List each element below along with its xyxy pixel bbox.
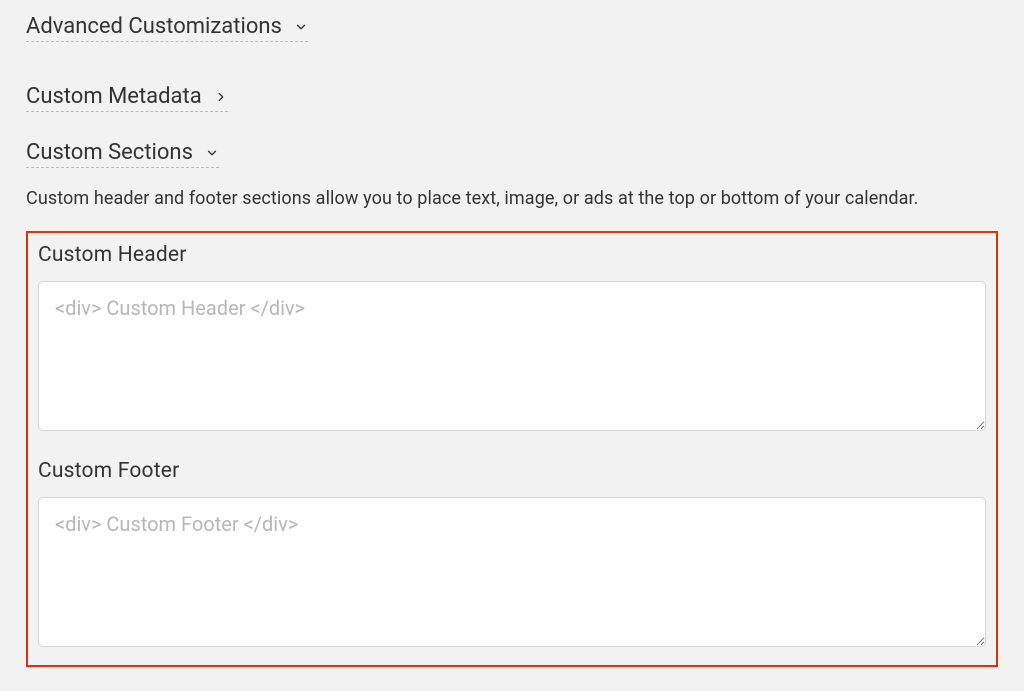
custom-footer-field: Custom Footer bbox=[38, 459, 986, 651]
custom-footer-label: Custom Footer bbox=[38, 459, 986, 483]
chevron-right-icon bbox=[214, 90, 228, 104]
custom-metadata-toggle[interactable]: Custom Metadata bbox=[26, 84, 228, 112]
advanced-customizations-label: Advanced Customizations bbox=[26, 14, 282, 39]
custom-metadata-label: Custom Metadata bbox=[26, 84, 202, 109]
custom-footer-textarea[interactable] bbox=[38, 497, 986, 647]
advanced-customizations-toggle[interactable]: Advanced Customizations bbox=[26, 14, 308, 42]
custom-sections-description: Custom header and footer sections allow … bbox=[26, 182, 966, 215]
custom-sections-label: Custom Sections bbox=[26, 140, 193, 165]
custom-sections-toggle[interactable]: Custom Sections bbox=[26, 140, 219, 168]
custom-sections-panel: Custom Header Custom Footer bbox=[26, 231, 998, 667]
chevron-down-icon bbox=[294, 20, 308, 34]
custom-header-label: Custom Header bbox=[38, 243, 986, 267]
custom-header-field: Custom Header bbox=[38, 243, 986, 435]
chevron-down-icon bbox=[205, 146, 219, 160]
custom-header-textarea[interactable] bbox=[38, 281, 986, 431]
